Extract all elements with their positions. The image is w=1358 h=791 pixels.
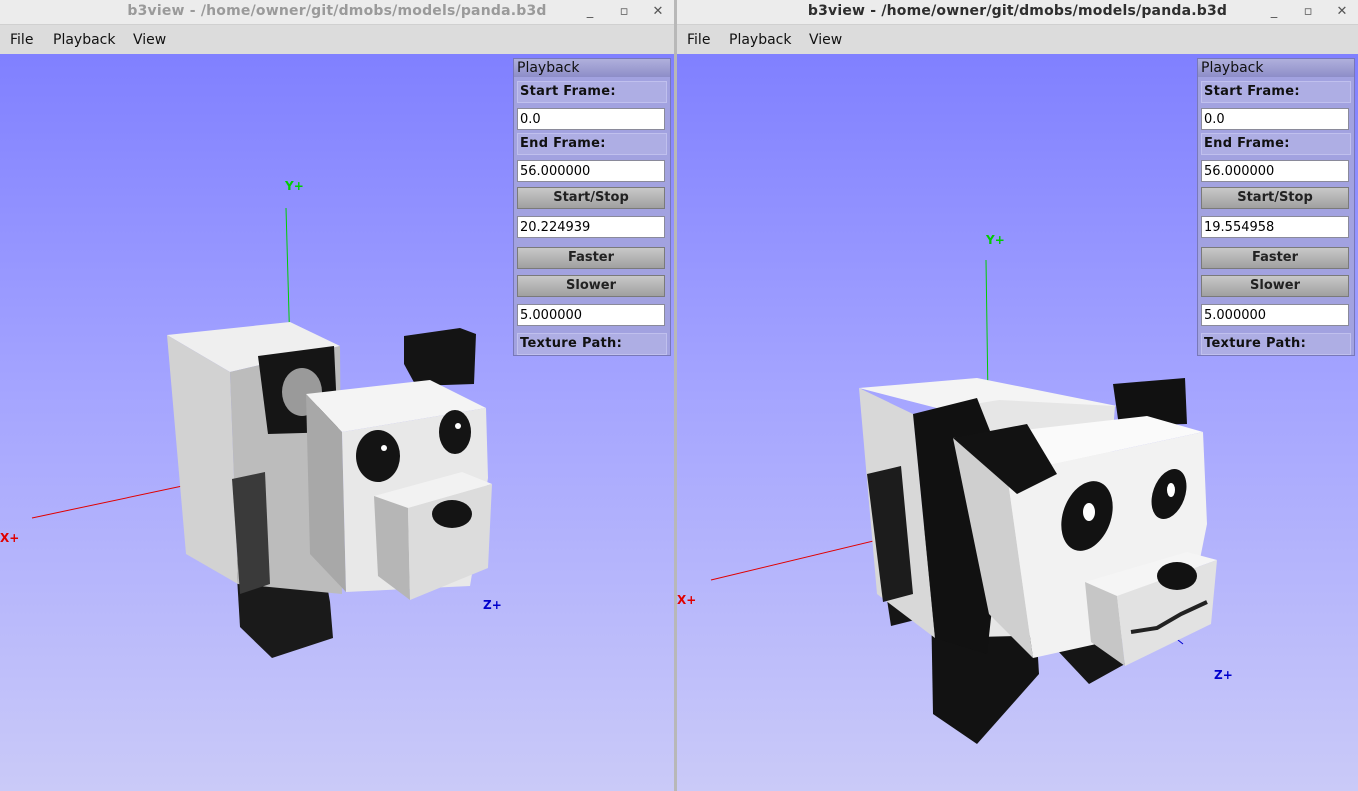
z-axis-label: Z+ [1214,668,1233,682]
panel-title: Playback [514,59,670,77]
menu-bar: File Playback View [0,25,674,54]
panda-ear-right [404,328,476,386]
x-axis-label: X+ [677,593,696,607]
eye-white-right [1167,483,1175,497]
speed-input[interactable] [1201,304,1349,326]
menu-file[interactable]: File [687,32,710,48]
faster-button[interactable]: Faster [1201,247,1349,269]
start-frame-input[interactable] [517,108,665,130]
menu-bar: File Playback View [677,25,1358,54]
maximize-icon[interactable]: ▫ [1299,3,1317,21]
window-title: b3view - /home/owner/git/dmobs/models/pa… [807,3,1228,19]
minimize-icon[interactable]: _ [1265,3,1283,21]
panda-eye-left [356,430,400,482]
y-axis-line [985,259,989,399]
start-frame-input[interactable] [1201,108,1349,130]
end-frame-label: End Frame: [517,133,667,155]
end-frame-input[interactable] [1201,160,1349,182]
menu-file[interactable]: File [10,32,33,48]
slower-button[interactable]: Slower [517,275,665,297]
panel-title: Playback [1198,59,1354,77]
faster-button[interactable]: Faster [517,247,665,269]
panda-nose [1157,562,1197,590]
playback-panel: Playback Start Frame: End Frame: Start/S… [1197,58,1355,356]
eye-white-left [1083,503,1095,521]
current-frame-input[interactable] [517,216,665,238]
playback-panel: Playback Start Frame: End Frame: Start/S… [513,58,671,356]
window-title: b3view - /home/owner/git/dmobs/models/pa… [127,3,547,19]
title-bar[interactable]: b3view - /home/owner/git/dmobs/models/pa… [677,0,1358,25]
title-bar[interactable]: b3view - /home/owner/git/dmobs/models/pa… [0,0,674,25]
start-stop-button[interactable]: Start/Stop [517,187,665,209]
y-axis-label: Y+ [284,179,304,193]
speed-input[interactable] [517,304,665,326]
maximize-icon[interactable]: ▫ [615,3,633,21]
z-axis-label: Z+ [483,598,502,612]
start-frame-label: Start Frame: [517,81,667,103]
minimize-icon[interactable]: _ [581,3,599,21]
start-stop-button[interactable]: Start/Stop [1201,187,1349,209]
texture-path-label: Texture Path: [517,333,667,355]
menu-view[interactable]: View [133,32,166,48]
end-frame-label: End Frame: [1201,133,1351,155]
panda-eye-right [439,410,471,454]
texture-path-label: Texture Path: [1201,333,1351,355]
end-frame-input[interactable] [517,160,665,182]
panda-nose [432,500,472,528]
eye-shine-left [381,445,387,451]
slower-button[interactable]: Slower [1201,275,1349,297]
menu-playback[interactable]: Playback [729,32,791,48]
panda-body-side [167,335,238,584]
b3view-window-right[interactable]: b3view - /home/owner/git/dmobs/models/pa… [677,0,1358,791]
close-icon[interactable]: ✕ [1333,3,1351,21]
close-icon[interactable]: ✕ [649,3,667,21]
y-axis-label: Y+ [985,233,1005,247]
menu-playback[interactable]: Playback [53,32,115,48]
menu-view[interactable]: View [809,32,842,48]
x-axis-label: X+ [0,531,19,545]
current-frame-input[interactable] [1201,216,1349,238]
b3view-window-left[interactable]: b3view - /home/owner/git/dmobs/models/pa… [0,0,674,791]
eye-shine-right [455,423,461,429]
start-frame-label: Start Frame: [1201,81,1351,103]
